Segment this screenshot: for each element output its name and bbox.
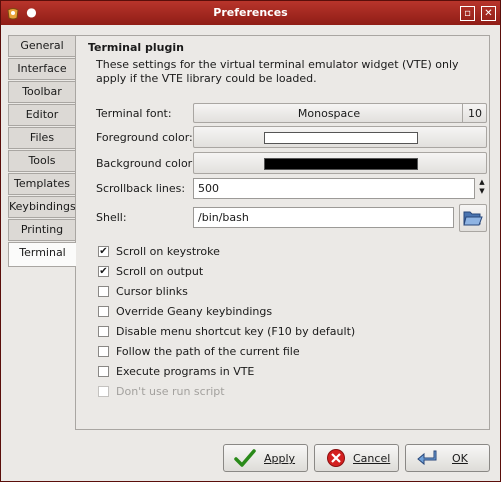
scrollback-lines-label: Scrollback lines: <box>96 182 186 195</box>
foreground-color-swatch <box>264 132 418 144</box>
close-icon[interactable]: ✕ <box>481 6 496 21</box>
background-color-label: Background color: <box>96 157 196 170</box>
background-color-button[interactable] <box>193 152 487 174</box>
checkbox-label: Override Geany keybindings <box>116 305 273 318</box>
tab-tools[interactable]: Tools <box>8 150 75 172</box>
terminal-font-label: Terminal font: <box>96 107 172 120</box>
ok-button[interactable]: OK <box>405 444 490 472</box>
font-size: 10 <box>468 107 482 120</box>
checkbox-unchecked-icon[interactable] <box>98 286 109 297</box>
tab-files[interactable]: Files <box>8 127 75 149</box>
terminal-settings-panel: Terminal plugin These settings for the v… <box>75 35 490 430</box>
scrollback-lines-input[interactable]: 500 <box>193 178 475 199</box>
font-name: Monospace <box>297 107 361 120</box>
checkbox-unchecked-icon[interactable] <box>98 346 109 357</box>
cancel-button[interactable]: Cancel <box>314 444 399 472</box>
checkbox-unchecked-icon[interactable] <box>98 326 109 337</box>
tab-templates[interactable]: Templates <box>8 173 75 195</box>
spin-down-icon[interactable]: ▼ <box>477 187 487 196</box>
preferences-window: ● Preferences ▫ ✕ General Interface Tool… <box>0 0 501 482</box>
tab-editor[interactable]: Editor <box>8 104 75 126</box>
checkbox-unchecked-icon[interactable] <box>98 366 109 377</box>
tab-general[interactable]: General <box>8 35 75 57</box>
terminal-font-button[interactable]: Monospace 10 <box>193 103 487 123</box>
folder-open-icon <box>463 211 483 226</box>
scrollback-spin-buttons[interactable]: ▲ ▼ <box>477 178 487 199</box>
checkbox-label: Cursor blinks <box>116 285 188 298</box>
checkbox-label: Scroll on output <box>116 265 204 278</box>
checkbox-checked-icon[interactable]: ✔ <box>98 266 109 277</box>
checkbox-label: Execute programs in VTE <box>116 365 255 378</box>
checkmark-icon <box>234 449 256 467</box>
checkbox-label: Disable menu shortcut key (F10 by defaul… <box>116 325 356 338</box>
title-bar[interactable]: ● Preferences ▫ ✕ <box>1 1 500 25</box>
enter-arrow-icon <box>417 450 437 466</box>
checkbox-label: Don't use run script <box>116 385 225 398</box>
background-color-swatch <box>264 158 418 170</box>
window-title: Preferences <box>213 6 288 19</box>
cancel-icon <box>327 449 345 467</box>
tab-toolbar[interactable]: Toolbar <box>8 81 75 103</box>
checkbox-unchecked-icon[interactable] <box>98 306 109 317</box>
section-description: These settings for the virtual terminal … <box>96 58 459 85</box>
maximize-icon[interactable]: ▫ <box>460 6 475 21</box>
apply-label: Apply <box>264 452 296 465</box>
tab-interface[interactable]: Interface <box>8 58 75 80</box>
section-heading: Terminal plugin <box>88 41 184 54</box>
foreground-color-label: Foreground color: <box>96 131 193 144</box>
checkbox-checked-icon[interactable]: ✔ <box>98 246 109 257</box>
tab-terminal[interactable]: Terminal <box>8 242 76 267</box>
tab-printing[interactable]: Printing <box>8 219 75 241</box>
spin-up-icon[interactable]: ▲ <box>477 178 487 187</box>
foreground-color-button[interactable] <box>193 126 487 148</box>
shell-input[interactable]: /bin/bash <box>193 207 454 228</box>
font-separator <box>462 104 463 122</box>
tab-keybindings[interactable]: Keybindings <box>8 196 76 218</box>
ok-label: OK <box>452 452 468 465</box>
shell-label: Shell: <box>96 211 127 224</box>
cancel-label: Cancel <box>353 452 391 465</box>
apply-button[interactable]: Apply <box>223 444 308 472</box>
checkbox-label: Scroll on keystroke <box>116 245 220 258</box>
browse-shell-button[interactable] <box>459 204 487 232</box>
checkbox-unchecked-icon <box>98 386 109 397</box>
checkbox-label: Follow the path of the current file <box>116 345 300 358</box>
